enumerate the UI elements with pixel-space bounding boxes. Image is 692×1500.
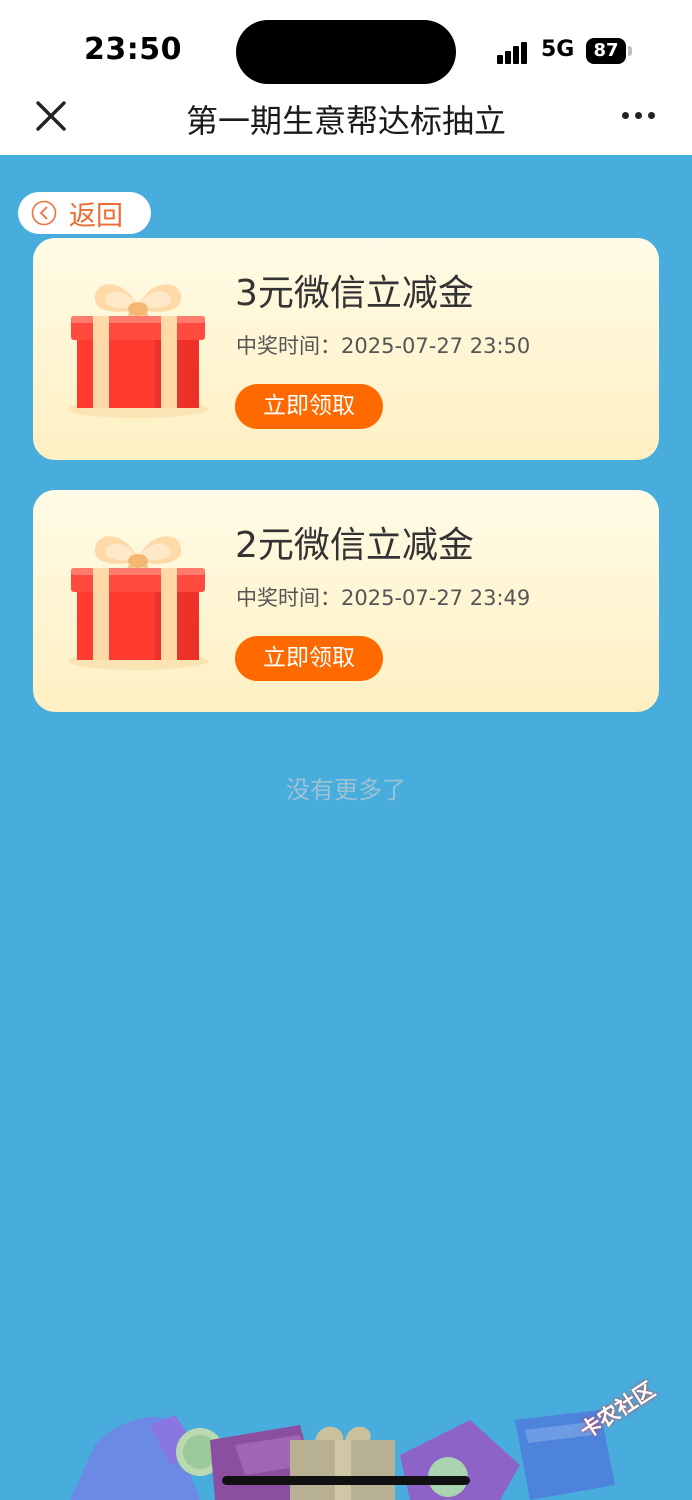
claim-button[interactable]: 立即领取 — [235, 636, 383, 681]
dynamic-island — [236, 20, 456, 84]
battery-tip — [628, 46, 632, 56]
status-bar: 23:50 5G 87 — [0, 0, 692, 90]
back-label: 返回 — [69, 200, 123, 232]
home-indicator[interactable] — [222, 1476, 470, 1485]
nav-bar: 第一期生意帮达标抽立 — [0, 90, 692, 155]
prize-name: 3元微信立减金 — [235, 273, 474, 314]
page-title: 第一期生意帮达标抽立 — [185, 102, 506, 140]
back-button[interactable]: 返回 — [18, 192, 151, 234]
gift-box-icon — [68, 284, 208, 418]
back-arrow-icon — [31, 200, 57, 226]
prize-name: 2元微信立减金 — [235, 525, 474, 566]
prize-time: 中奖时间：2025-07-27 23:50 — [236, 334, 531, 358]
gift-box-icon — [68, 536, 208, 670]
no-more-text: 没有更多了 — [286, 776, 406, 804]
status-time: 23:50 — [84, 32, 182, 67]
prize-time: 中奖时间：2025-07-27 23:49 — [236, 586, 531, 610]
signal-icon — [497, 40, 533, 64]
prize-card: 2元微信立减金 中奖时间：2025-07-27 23:49 立即领取 — [33, 490, 659, 712]
network-label: 5G — [541, 37, 575, 62]
prize-card: 3元微信立减金 中奖时间：2025-07-27 23:50 立即领取 — [33, 238, 659, 460]
claim-button[interactable]: 立即领取 — [235, 384, 383, 429]
more-options-icon[interactable] — [622, 110, 656, 122]
battery-icon: 87 — [586, 38, 626, 64]
prize-list-page: 返回 3元微信立减金 中奖时间：2025-07-27 23:50 立即领取 2元… — [0, 155, 692, 1500]
